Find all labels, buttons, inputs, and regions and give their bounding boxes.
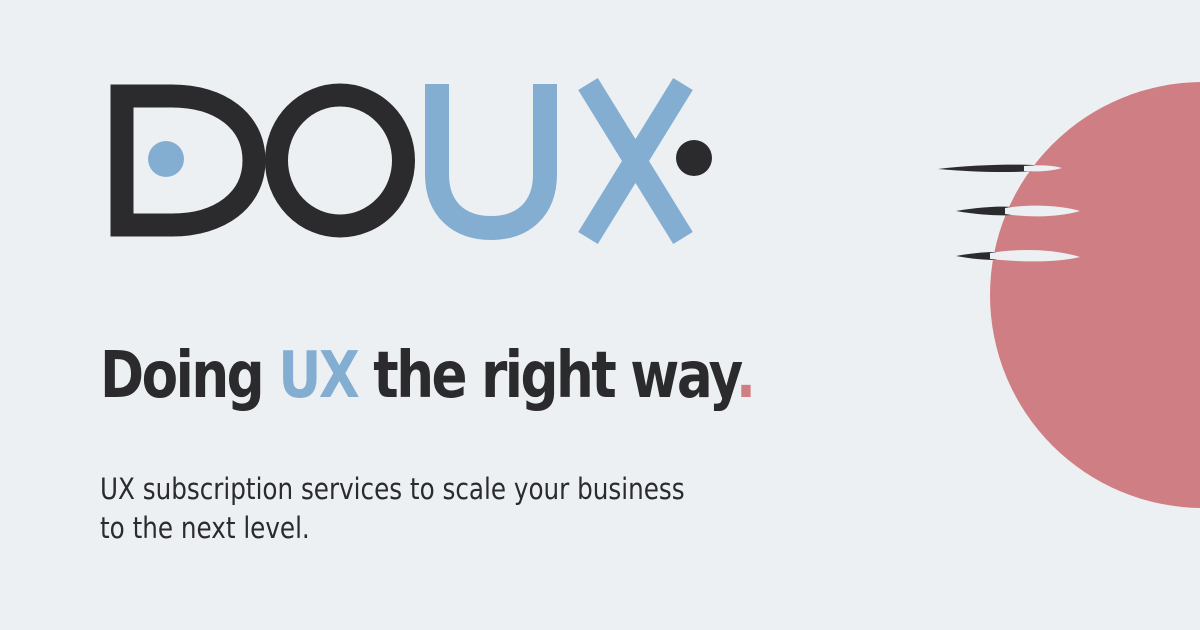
social-banner: Doing UX the right way. UX subscription … (0, 0, 1200, 630)
headline-text-before: Doing (100, 339, 265, 413)
logo-letter-u (425, 84, 557, 241)
tagline-line-1: UX subscription services to scale your b… (100, 472, 685, 506)
tagline: UX subscription services to scale your b… (100, 470, 746, 548)
headline: Doing UX the right way. (100, 344, 756, 408)
tagline-line-2: to the next level. (100, 511, 310, 545)
logo-letter-d (110, 84, 266, 237)
decor-pink-circle (990, 82, 1200, 508)
speeding-circle-icon (938, 82, 1200, 508)
logo-letter-o (265, 83, 415, 238)
logo-inner-dot (148, 141, 184, 177)
headline-period: . (735, 339, 756, 413)
headline-accent-ux: UX (278, 339, 360, 413)
logo-end-dot (676, 140, 712, 176)
speed-line-1 (938, 164, 1034, 173)
doux-logo (110, 77, 712, 245)
speed-line-2 (956, 206, 1012, 216)
headline-text-after: the right way (373, 339, 738, 413)
